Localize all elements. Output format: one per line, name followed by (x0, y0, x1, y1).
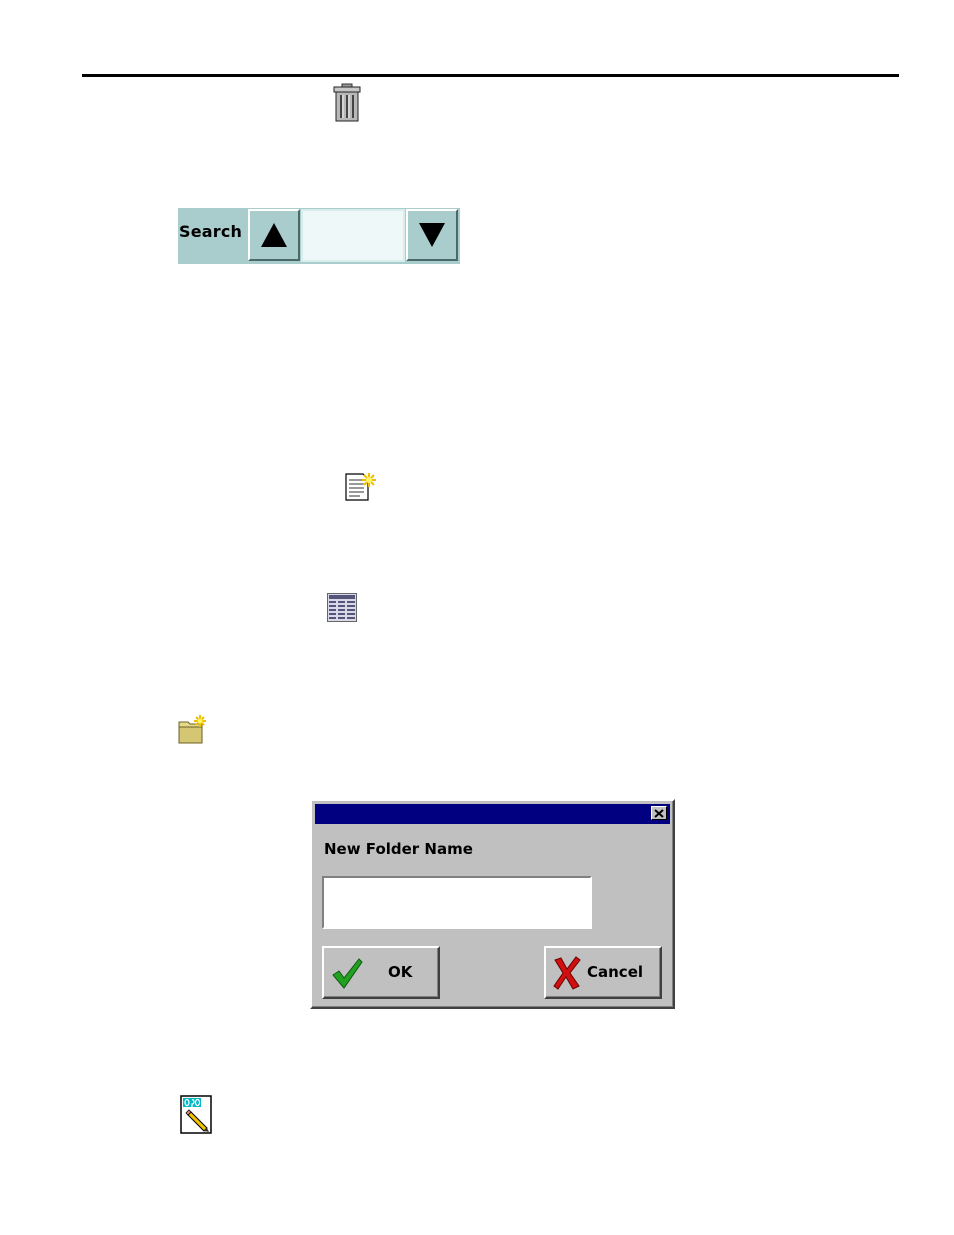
new-folder-icon[interactable] (178, 714, 208, 744)
new-document-icon[interactable] (345, 471, 378, 501)
dialog-close-button[interactable] (651, 806, 667, 820)
red-x-icon (553, 956, 581, 990)
checkmark-icon (332, 958, 363, 989)
search-input[interactable] (301, 209, 405, 262)
dialog-titlebar (315, 804, 670, 824)
up-arrow-icon (261, 223, 287, 247)
trash-can-icon[interactable] (333, 83, 361, 122)
new-folder-dialog: New Folder Name OK Cancel (310, 799, 675, 1009)
folder-name-input[interactable] (322, 876, 592, 929)
note-pencil-icon[interactable] (180, 1095, 213, 1134)
search-up-button[interactable] (248, 209, 300, 261)
down-arrow-icon (419, 223, 445, 247)
search-widget: Search (178, 208, 460, 264)
dialog-label: New Folder Name (324, 840, 473, 858)
cancel-button[interactable]: Cancel (544, 946, 662, 999)
close-icon (654, 808, 664, 818)
top-rule (82, 74, 899, 77)
table-view-icon[interactable] (327, 593, 357, 622)
search-label: Search (179, 222, 243, 241)
cancel-label: Cancel (587, 963, 644, 981)
search-down-button[interactable] (406, 209, 458, 261)
ok-label: OK (388, 963, 413, 981)
ok-button[interactable]: OK (322, 946, 440, 999)
